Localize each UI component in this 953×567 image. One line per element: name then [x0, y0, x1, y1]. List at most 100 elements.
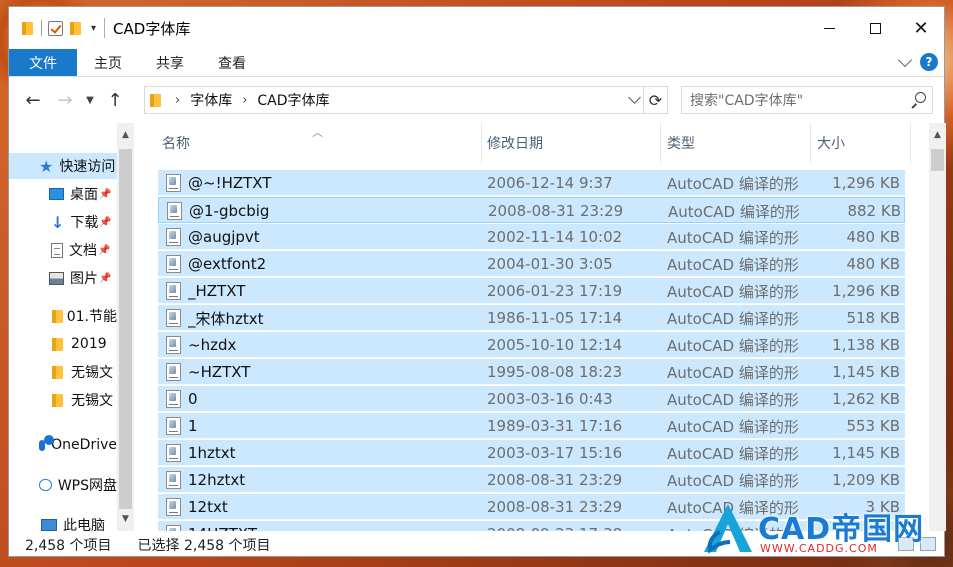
file-name: @~!HZTXT: [188, 174, 272, 192]
breadcrumb-item[interactable]: 字体库: [190, 90, 232, 110]
file-date: 2005-10-10 12:14: [487, 336, 623, 354]
file-name: 1: [188, 417, 198, 435]
scroll-thumb[interactable]: [119, 149, 132, 509]
customize-dropdown-icon[interactable]: ▾: [91, 23, 96, 34]
selection-count: 已选择 2,458 个项目: [137, 537, 271, 554]
folder-icon: [51, 309, 63, 323]
new-folder-icon[interactable]: [69, 21, 83, 35]
back-button[interactable]: ←: [17, 85, 49, 115]
scroll-up-icon[interactable]: ▲: [117, 125, 134, 145]
nav-item-folder[interactable]: 无锡文: [9, 359, 117, 385]
nav-item-pictures[interactable]: 图片 📌: [9, 265, 117, 291]
column-name[interactable]: 名称: [158, 123, 482, 163]
table-row[interactable]: 12txt 2008-08-31 23:29 AutoCAD 编译的形 3 KB: [158, 494, 905, 520]
breadcrumb-item[interactable]: CAD字体库: [257, 90, 329, 110]
folder-icon: [51, 365, 65, 379]
table-row[interactable]: @1-gbcbig 2008-08-31 23:29 AutoCAD 编译的形 882…: [158, 197, 905, 223]
recent-locations-button[interactable]: ▼: [81, 85, 99, 115]
close-button[interactable]: ✕: [898, 7, 944, 49]
table-row[interactable]: 1 1989-03-31 17:16 AutoCAD 编译的形 553 KB: [158, 413, 905, 439]
tab-file[interactable]: 文件: [9, 49, 77, 76]
tab-view[interactable]: 查看: [201, 49, 263, 76]
file-size: 480 KB: [846, 228, 900, 246]
nav-item-downloads[interactable]: ↓ 下载 📌: [9, 209, 117, 235]
address-row: ← → ▼ ↑ › 字体库 › CAD字体库 ⟳ 搜索"CAD字体库": [9, 77, 944, 123]
nav-scrollbar[interactable]: ▲ ▼: [117, 123, 134, 531]
pin-icon[interactable]: 📌: [99, 189, 111, 200]
shx-file-icon: [166, 228, 181, 246]
search-input[interactable]: 搜索"CAD字体库": [681, 86, 933, 114]
table-row[interactable]: 1hztxt 2003-03-17 15:16 AutoCAD 编译的形 1,145 …: [158, 440, 905, 466]
file-name: 12hztxt: [188, 471, 246, 489]
table-row[interactable]: 14HZTXT 2008-09-23 17:38 AutoCAD 编译的形: [158, 521, 905, 531]
file-size: 1,296 KB: [832, 282, 900, 300]
nav-item-folder[interactable]: 无锡文: [9, 387, 117, 413]
file-name: _HZTXT: [188, 282, 246, 300]
chevron-right-icon[interactable]: ›: [175, 93, 180, 108]
forward-button[interactable]: →: [49, 85, 81, 115]
shx-file-icon: [166, 498, 181, 516]
table-row[interactable]: _宋体hztxt 1986-11-05 17:14 AutoCAD 编译的形 518 …: [158, 305, 905, 331]
column-date[interactable]: 修改日期: [483, 123, 661, 163]
quick-access-toolbar: ▾: [21, 20, 96, 36]
up-button[interactable]: ↑: [99, 85, 131, 115]
download-icon: ↓: [51, 212, 65, 232]
column-size[interactable]: 大小: [813, 123, 911, 163]
file-size: 553 KB: [846, 417, 900, 435]
nav-item-this-pc[interactable]: 此电脑: [9, 512, 117, 531]
file-size: 1,138 KB: [832, 336, 900, 354]
table-row[interactable]: @augjpvt 2002-11-14 10:02 AutoCAD 编译的形 480 …: [158, 224, 905, 250]
picture-icon: [49, 271, 64, 285]
file-type: AutoCAD 编译的形: [667, 417, 799, 436]
search-icon[interactable]: [910, 92, 926, 108]
file-type: AutoCAD 编译的形: [667, 471, 799, 490]
scroll-up-icon[interactable]: ▲: [929, 125, 946, 145]
expand-ribbon-icon[interactable]: [897, 52, 913, 68]
details-view-icon[interactable]: [898, 537, 914, 551]
document-icon: [51, 242, 63, 258]
address-bar[interactable]: › 字体库 › CAD字体库 ⟳: [144, 86, 668, 114]
nav-item-folder[interactable]: 2019: [9, 331, 117, 357]
file-name: @extfont2: [188, 255, 267, 273]
shx-file-icon: [166, 336, 181, 354]
shx-file-icon: [166, 363, 181, 381]
nav-item-onedrive[interactable]: OneDrive: [9, 432, 117, 458]
table-row[interactable]: _HZTXT 2006-01-23 17:19 AutoCAD 编译的形 1,296 …: [158, 278, 905, 304]
nav-item-wps-cloud[interactable]: WPS网盘: [9, 472, 117, 498]
file-type: AutoCAD 编译的形: [667, 363, 799, 382]
nav-item-quick-access[interactable]: ★ 快速访问: [9, 153, 117, 179]
file-date: 2006-12-14 9:37: [487, 174, 613, 192]
nav-item-desktop[interactable]: 桌面 📌: [9, 181, 117, 207]
pin-icon[interactable]: 📌: [98, 245, 110, 256]
nav-item-folder[interactable]: 01.节能: [9, 303, 117, 329]
table-row[interactable]: @~!HZTXT 2006-12-14 9:37 AutoCAD 编译的形 1,296…: [158, 170, 905, 196]
table-row[interactable]: ~HZTXT 1995-08-08 18:23 AutoCAD 编译的形 1,145 …: [158, 359, 905, 385]
table-row[interactable]: @extfont2 2004-01-30 3:05 AutoCAD 编译的形 480 …: [158, 251, 905, 277]
chevron-right-icon[interactable]: ›: [242, 93, 247, 108]
properties-icon[interactable]: [48, 20, 63, 36]
window-controls: ✕: [806, 7, 944, 49]
maximize-button[interactable]: [852, 7, 898, 49]
refresh-button[interactable]: ⟳: [643, 87, 667, 113]
pin-icon[interactable]: 📌: [99, 217, 111, 228]
scroll-down-icon[interactable]: ▼: [117, 509, 134, 529]
nav-item-documents[interactable]: 文档 📌: [9, 237, 117, 263]
address-dropdown-icon[interactable]: [628, 91, 641, 104]
breadcrumb: › 字体库 › CAD字体库: [175, 90, 330, 110]
table-row[interactable]: 12hztxt 2008-08-31 23:29 AutoCAD 编译的形 1,209…: [158, 467, 905, 493]
scroll-thumb[interactable]: [931, 149, 944, 171]
file-type: AutoCAD 编译的形: [667, 282, 799, 301]
help-icon[interactable]: ?: [920, 53, 938, 71]
file-date: 1995-08-08 18:23: [487, 363, 623, 381]
large-icons-view-icon[interactable]: [920, 537, 936, 551]
tab-share[interactable]: 共享: [139, 49, 201, 76]
tab-home[interactable]: 主页: [77, 49, 139, 76]
list-scrollbar[interactable]: ▲: [929, 123, 946, 531]
file-date: 1989-03-31 17:16: [487, 417, 623, 435]
pin-icon[interactable]: 📌: [99, 273, 111, 284]
ribbon-right: ?: [897, 52, 938, 71]
table-row[interactable]: 0 2003-03-16 0:43 AutoCAD 编译的形 1,262 KB: [158, 386, 905, 412]
table-row[interactable]: ~hzdx 2005-10-10 12:14 AutoCAD 编译的形 1,138 K…: [158, 332, 905, 358]
minimize-button[interactable]: [806, 7, 852, 49]
column-type[interactable]: 类型: [663, 123, 811, 163]
